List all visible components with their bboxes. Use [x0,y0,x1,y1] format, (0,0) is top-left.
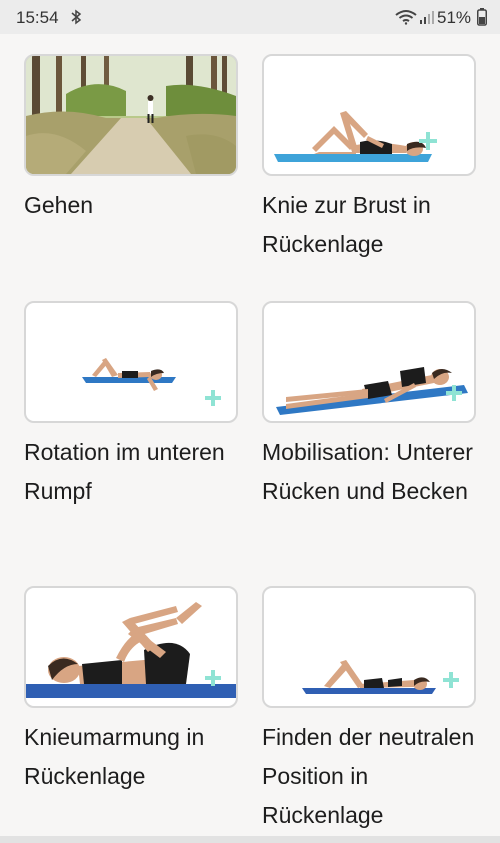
exercise-title[interactable]: Mobilisation: Unterer Rücken und Becken [262,433,488,511]
exercise-thumbnail[interactable] [262,301,476,423]
exercise-title[interactable]: Finden der neutralen Position in Rückenl… [262,718,488,835]
wifi-icon [395,10,417,25]
status-time: 15:54 [16,8,59,27]
lower-trunk-rotation-figure [82,358,221,406]
knee-hug-figure [26,602,236,698]
exercise-title[interactable]: Knieumarmung in Rückenlage [24,718,250,796]
exercise-thumbnail[interactable] [262,54,476,176]
neutral-position-figure [302,660,459,694]
bluetooth-icon [71,9,82,25]
exercise-title[interactable]: Knie zur Brust in Rückenlage [262,186,488,264]
forest-walking-photo [26,56,236,174]
lower-back-pelvis-mobilisation-figure [276,367,468,415]
bottom-edge [0,836,500,843]
exercise-thumbnail[interactable] [24,586,238,708]
exercise-title[interactable]: Gehen [24,186,250,225]
exercise-title[interactable]: Rotation im unteren Rumpf [24,433,250,511]
exercise-thumbnail[interactable] [24,301,238,423]
battery-percent: 51% [437,8,472,27]
battery-icon [477,8,487,26]
knee-to-chest-figure [274,111,437,162]
status-bar: 15:54 51% [0,0,500,34]
exercise-thumbnail[interactable] [24,54,238,176]
signal-icon [420,11,434,24]
exercise-thumbnail[interactable] [262,586,476,708]
